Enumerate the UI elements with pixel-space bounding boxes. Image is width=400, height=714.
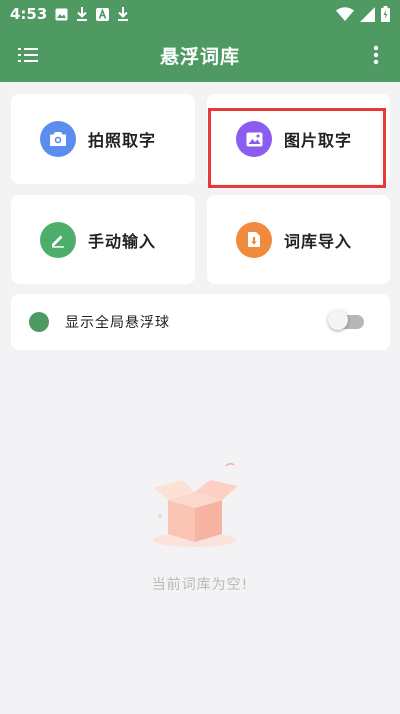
image-icon [55,8,68,21]
battery-icon [381,6,390,22]
wifi-icon [336,7,354,21]
more-options-button[interactable] [352,28,400,82]
floating-ball-row: 显示全局悬浮球 [11,294,390,350]
app-bar: 悬浮词库 [0,28,400,82]
signal-icon [360,6,375,22]
floating-ball-dot-icon [29,312,49,332]
floating-ball-label: 显示全局悬浮球 [65,315,170,331]
list-menu-button[interactable] [0,28,56,82]
image-capture-card[interactable]: 图片取字 [207,94,390,184]
camera-capture-label: 拍照取字 [88,131,157,150]
pencil-icon [40,221,76,258]
download-icon [76,7,88,21]
page-title: 悬浮词库 [159,45,240,68]
library-import-label: 词库导入 [284,231,353,251]
a-badge-icon [96,7,110,21]
library-import-card[interactable]: 词库导入 [207,195,390,284]
camera-icon [40,121,76,157]
floating-ball-switch[interactable] [328,310,364,330]
manual-input-card[interactable]: 手动输入 [11,195,195,284]
empty-box-icon [140,458,250,550]
more-vert-icon [373,45,379,65]
list-menu-icon [18,48,38,62]
camera-capture-card[interactable]: 拍照取字 [11,94,195,184]
manual-input-label: 手动输入 [88,231,157,251]
empty-state-text: 当前词库为空! [151,577,249,593]
import-icon [236,221,272,258]
download-icon [117,7,129,21]
status-bar: 4:53 [0,0,400,28]
image-capture-label: 图片取字 [284,131,353,150]
status-time: 4:53 [10,5,48,23]
image-icon [236,121,272,157]
